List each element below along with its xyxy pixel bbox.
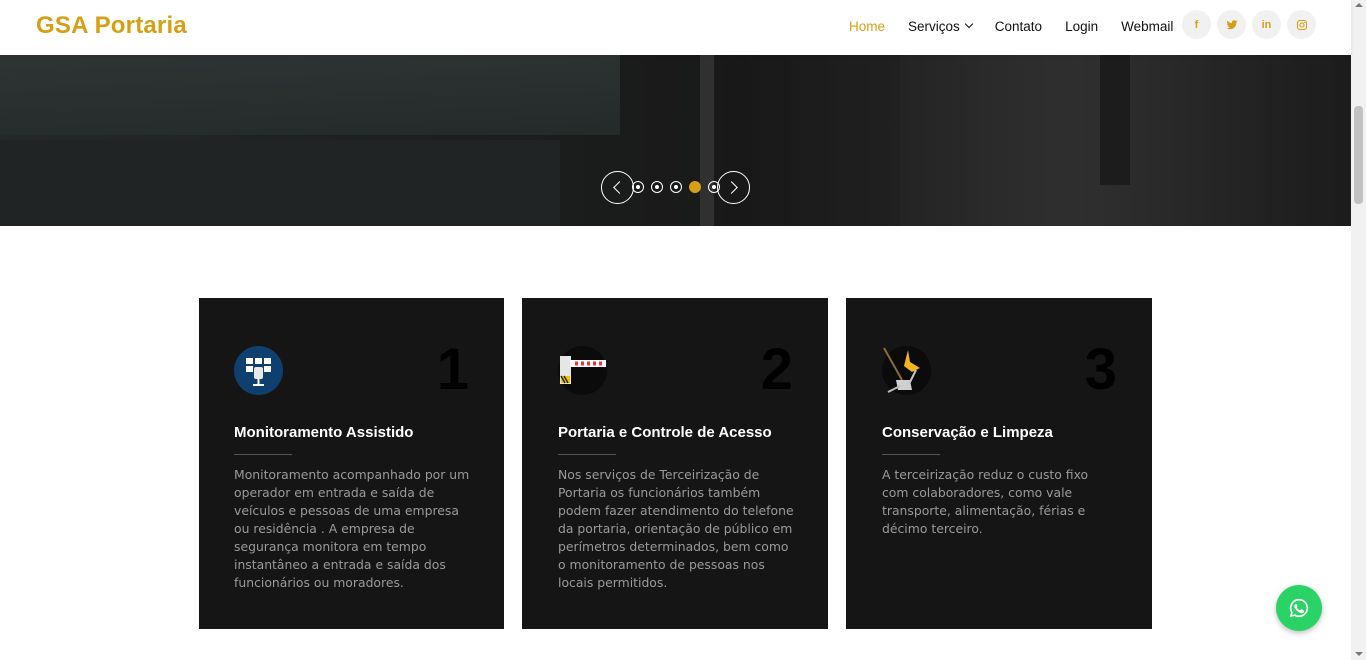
linkedin-glyph: in [1261, 18, 1272, 31]
nav-login[interactable]: Login [1065, 19, 1098, 34]
service-card-1: 1 Monitoramento Assistido Monitoramento … [199, 298, 504, 629]
hero-overlay [0, 55, 1351, 226]
twitter-glyph [1226, 19, 1237, 29]
card-divider [558, 454, 616, 455]
card-title: Monitoramento Assistido [234, 424, 414, 441]
nav-contato[interactable]: Contato [995, 19, 1042, 34]
cleaning-icon [882, 346, 931, 395]
scroll-up-arrow-icon[interactable] [1355, 3, 1363, 7]
whatsapp-button[interactable] [1276, 585, 1322, 631]
barrier-gate-icon-graphic [558, 346, 607, 395]
card-number: 3 [1084, 337, 1117, 402]
page-scrollbar[interactable] [1351, 0, 1366, 660]
slider-dots [632, 181, 720, 193]
chevron-down-icon [964, 19, 974, 29]
barrier-gate-icon [558, 346, 607, 395]
scrollbar-thumb[interactable] [1354, 106, 1363, 204]
nav-home-label: Home [849, 18, 886, 34]
card-title: Conservação e Limpeza [882, 424, 1053, 441]
cleaning-icon-graphic [882, 346, 931, 395]
nav-home[interactable]: Home [849, 19, 885, 34]
instagram-glyph [1296, 19, 1307, 30]
card-number: 2 [760, 337, 793, 402]
main-nav: Home Serviços Contato Login Webmail [849, 0, 1196, 52]
chevron-right-icon [725, 181, 738, 194]
facebook-glyph: f [1194, 18, 1199, 31]
service-card-2: 2 Portaria e Controle de Acesso Nos serv… [522, 298, 828, 629]
hero-slider [0, 55, 1351, 226]
site-header: GSA Portaria Home Serviços Contato Login… [0, 0, 1351, 55]
card-description: A terceirização reduz o custo fixo com c… [882, 467, 1089, 536]
slider-next-button[interactable] [717, 171, 750, 204]
card-divider [882, 454, 940, 455]
slider-dot[interactable] [632, 181, 644, 193]
scroll-down-arrow-icon[interactable] [1355, 652, 1363, 656]
instagram-icon[interactable] [1287, 10, 1316, 39]
linkedin-icon[interactable]: in [1252, 10, 1281, 39]
nav-webmail[interactable]: Webmail [1121, 19, 1173, 34]
facebook-icon[interactable]: f [1182, 10, 1211, 39]
nav-servicos[interactable]: Serviços [908, 18, 974, 34]
card-description: Nos serviços de Terceirização de Portari… [558, 467, 794, 590]
whatsapp-icon [1289, 598, 1309, 618]
monitoring-icon-graphic [234, 346, 283, 395]
card-number: 1 [436, 337, 469, 402]
social-links: f in [1182, 10, 1316, 39]
chevron-left-icon [613, 181, 626, 194]
nav-webmail-label: Webmail [1121, 18, 1174, 34]
card-title: Portaria e Controle de Acesso [558, 424, 772, 441]
monitoring-icon [234, 346, 283, 395]
slider-dot-active[interactable] [689, 181, 701, 193]
nav-contato-label: Contato [994, 18, 1043, 34]
slider-dot[interactable] [670, 181, 682, 193]
page: GSA Portaria Home Serviços Contato Login… [0, 0, 1366, 660]
service-card-3: 3 Conservação e Limpeza A terceirização … [846, 298, 1152, 629]
card-description: Monitoramento acompanhado por um operado… [234, 467, 470, 590]
slider-dot[interactable] [651, 181, 663, 193]
site-logo[interactable]: GSA Portaria [36, 12, 187, 40]
slider-prev-button[interactable] [601, 171, 634, 204]
twitter-icon[interactable] [1217, 10, 1246, 39]
card-divider [234, 454, 292, 455]
nav-servicos-label: Serviços [908, 18, 960, 34]
nav-login-label: Login [1065, 18, 1099, 34]
